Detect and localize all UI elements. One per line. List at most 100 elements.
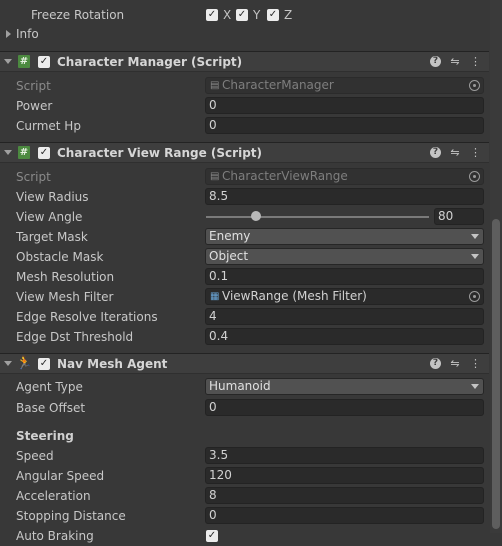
nav-agent-icon: 🏃 xyxy=(16,356,33,371)
freeze-z-label: Z xyxy=(284,8,293,22)
help-icon[interactable]: ? xyxy=(430,56,441,67)
mesh-resolution-row: Mesh Resolution 0.1 xyxy=(0,267,489,287)
mesh-filter-icon: ▦ xyxy=(210,291,220,302)
mesh-resolution-field[interactable]: 0.1 xyxy=(205,268,484,285)
more-menu-icon[interactable]: ⋮ xyxy=(470,145,481,161)
nav-mesh-agent-header[interactable]: 🏃 ✓ Nav Mesh Agent ? ⇋ ⋮ xyxy=(0,353,489,374)
scrollbar-thumb[interactable] xyxy=(492,219,500,529)
script-label: Script xyxy=(16,170,51,184)
power-label: Power xyxy=(16,99,53,113)
presets-icon[interactable]: ⇋ xyxy=(449,54,461,70)
obstacle-mask-row: Obstacle Mask Object xyxy=(0,247,489,267)
freeze-x-checkbox[interactable]: ✓ xyxy=(206,9,218,21)
script-field[interactable]: ▤ CharacterManager xyxy=(205,77,484,94)
curmet-hp-field[interactable]: 0 xyxy=(205,117,484,134)
object-picker-icon[interactable] xyxy=(469,291,480,302)
power-field[interactable]: 0 xyxy=(205,97,484,114)
chevron-down-icon xyxy=(471,254,479,259)
component-title: Nav Mesh Agent xyxy=(57,357,168,371)
freeze-x-label: X xyxy=(223,8,232,22)
object-picker-icon[interactable] xyxy=(469,80,480,91)
speed-row: Speed 3.5 xyxy=(0,446,489,466)
base-offset-row: Base Offset 0 xyxy=(0,398,489,418)
speed-field[interactable]: 3.5 xyxy=(205,447,484,464)
view-mesh-filter-label: View Mesh Filter xyxy=(16,290,114,304)
view-mesh-filter-row: View Mesh Filter ▦ ViewRange (Mesh Filte… xyxy=(0,287,489,307)
presets-icon[interactable]: ⇋ xyxy=(449,356,461,372)
freeze-y-checkbox[interactable]: ✓ xyxy=(236,9,248,21)
help-icon[interactable]: ? xyxy=(430,147,441,158)
target-mask-label: Target Mask xyxy=(16,230,88,244)
script-value: CharacterViewRange xyxy=(222,169,348,183)
view-radius-field[interactable]: 8.5 xyxy=(205,188,484,205)
view-radius-row: View Radius 8.5 xyxy=(0,187,489,207)
angular-speed-field[interactable]: 120 xyxy=(205,467,484,484)
foldout-arrow-icon xyxy=(6,30,11,38)
steering-section-header: Steering xyxy=(16,429,74,443)
freeze-z-checkbox[interactable]: ✓ xyxy=(267,9,279,21)
edge-dst-field[interactable]: 0.4 xyxy=(205,328,484,345)
acceleration-label: Acceleration xyxy=(16,489,91,503)
stopping-distance-row: Stopping Distance 0 xyxy=(0,506,489,526)
foldout-arrow-icon[interactable] xyxy=(4,59,12,64)
agent-type-dropdown[interactable]: Humanoid xyxy=(205,378,484,395)
view-angle-row: View Angle 80 xyxy=(0,207,489,227)
help-icon[interactable]: ? xyxy=(430,358,441,369)
agent-type-label: Agent Type xyxy=(16,380,83,394)
angular-speed-row: Angular Speed 120 xyxy=(0,466,489,486)
auto-braking-label: Auto Braking xyxy=(16,529,94,543)
freeze-rotation-row: Freeze Rotation ✓ X ✓ Y ✓ Z xyxy=(0,5,489,25)
edge-resolve-label: Edge Resolve Iterations xyxy=(16,310,158,324)
agent-type-value: Humanoid xyxy=(209,379,271,393)
foldout-arrow-icon[interactable] xyxy=(4,150,12,155)
view-radius-label: View Radius xyxy=(16,190,89,204)
info-foldout[interactable]: Info xyxy=(0,24,489,44)
view-mesh-filter-value: ViewRange (Mesh Filter) xyxy=(222,289,367,303)
character-manager-enabled-checkbox[interactable]: ✓ xyxy=(38,56,50,68)
view-angle-label: View Angle xyxy=(16,210,83,224)
target-mask-row: Target Mask Enemy xyxy=(0,227,489,247)
edge-dst-label: Edge Dst Threshold xyxy=(16,330,134,344)
view-angle-field[interactable]: 80 xyxy=(434,208,484,225)
nav-mesh-agent-enabled-checkbox[interactable]: ✓ xyxy=(38,358,50,370)
character-view-range-header[interactable]: # ✓ Character View Range (Script) ? ⇋ ⋮ xyxy=(0,142,489,163)
mesh-resolution-label: Mesh Resolution xyxy=(16,270,115,284)
freeze-y-label: Y xyxy=(253,8,261,22)
obstacle-mask-label: Obstacle Mask xyxy=(16,250,104,264)
agent-type-row: Agent Type Humanoid xyxy=(0,377,489,397)
more-menu-icon[interactable]: ⋮ xyxy=(470,54,481,70)
edge-dst-row: Edge Dst Threshold 0.4 xyxy=(0,327,489,347)
stopping-distance-label: Stopping Distance xyxy=(16,509,126,523)
more-menu-icon[interactable]: ⋮ xyxy=(470,356,481,372)
script-label: Script xyxy=(16,79,51,93)
curmet-hp-label: Curmet Hp xyxy=(16,119,81,133)
script-field[interactable]: ▤ CharacterViewRange xyxy=(205,168,484,185)
auto-braking-row: Auto Braking ✓ xyxy=(0,526,489,546)
acceleration-field[interactable]: 8 xyxy=(205,487,484,504)
chevron-down-icon xyxy=(471,234,479,239)
curmet-hp-row: Curmet Hp 0 xyxy=(0,116,489,136)
view-angle-slider-track[interactable] xyxy=(206,216,429,218)
foldout-arrow-icon[interactable] xyxy=(4,361,12,366)
base-offset-field[interactable]: 0 xyxy=(205,399,484,416)
auto-braking-checkbox[interactable]: ✓ xyxy=(206,530,218,542)
edge-resolve-field[interactable]: 4 xyxy=(205,308,484,325)
chevron-down-icon xyxy=(471,384,479,389)
component-title: Character View Range (Script) xyxy=(57,146,263,160)
target-mask-dropdown[interactable]: Enemy xyxy=(205,228,484,245)
obstacle-mask-dropdown[interactable]: Object xyxy=(205,248,484,265)
angular-speed-label: Angular Speed xyxy=(16,469,105,483)
presets-icon[interactable]: ⇋ xyxy=(449,145,461,161)
component-title: Character Manager (Script) xyxy=(57,55,243,69)
character-manager-header[interactable]: # ✓ Character Manager (Script) ? ⇋ ⋮ xyxy=(0,51,489,72)
script-value: CharacterManager xyxy=(222,78,334,92)
view-mesh-filter-field[interactable]: ▦ ViewRange (Mesh Filter) xyxy=(205,288,484,305)
view-angle-slider-handle[interactable] xyxy=(250,211,261,221)
character-view-range-enabled-checkbox[interactable]: ✓ xyxy=(38,147,50,159)
csharp-script-icon: # xyxy=(18,146,30,159)
acceleration-row: Acceleration 8 xyxy=(0,486,489,506)
script-file-icon: ▤ xyxy=(210,80,220,91)
object-picker-icon[interactable] xyxy=(469,171,480,182)
edge-resolve-row: Edge Resolve Iterations 4 xyxy=(0,307,489,327)
stopping-distance-field[interactable]: 0 xyxy=(205,507,484,524)
